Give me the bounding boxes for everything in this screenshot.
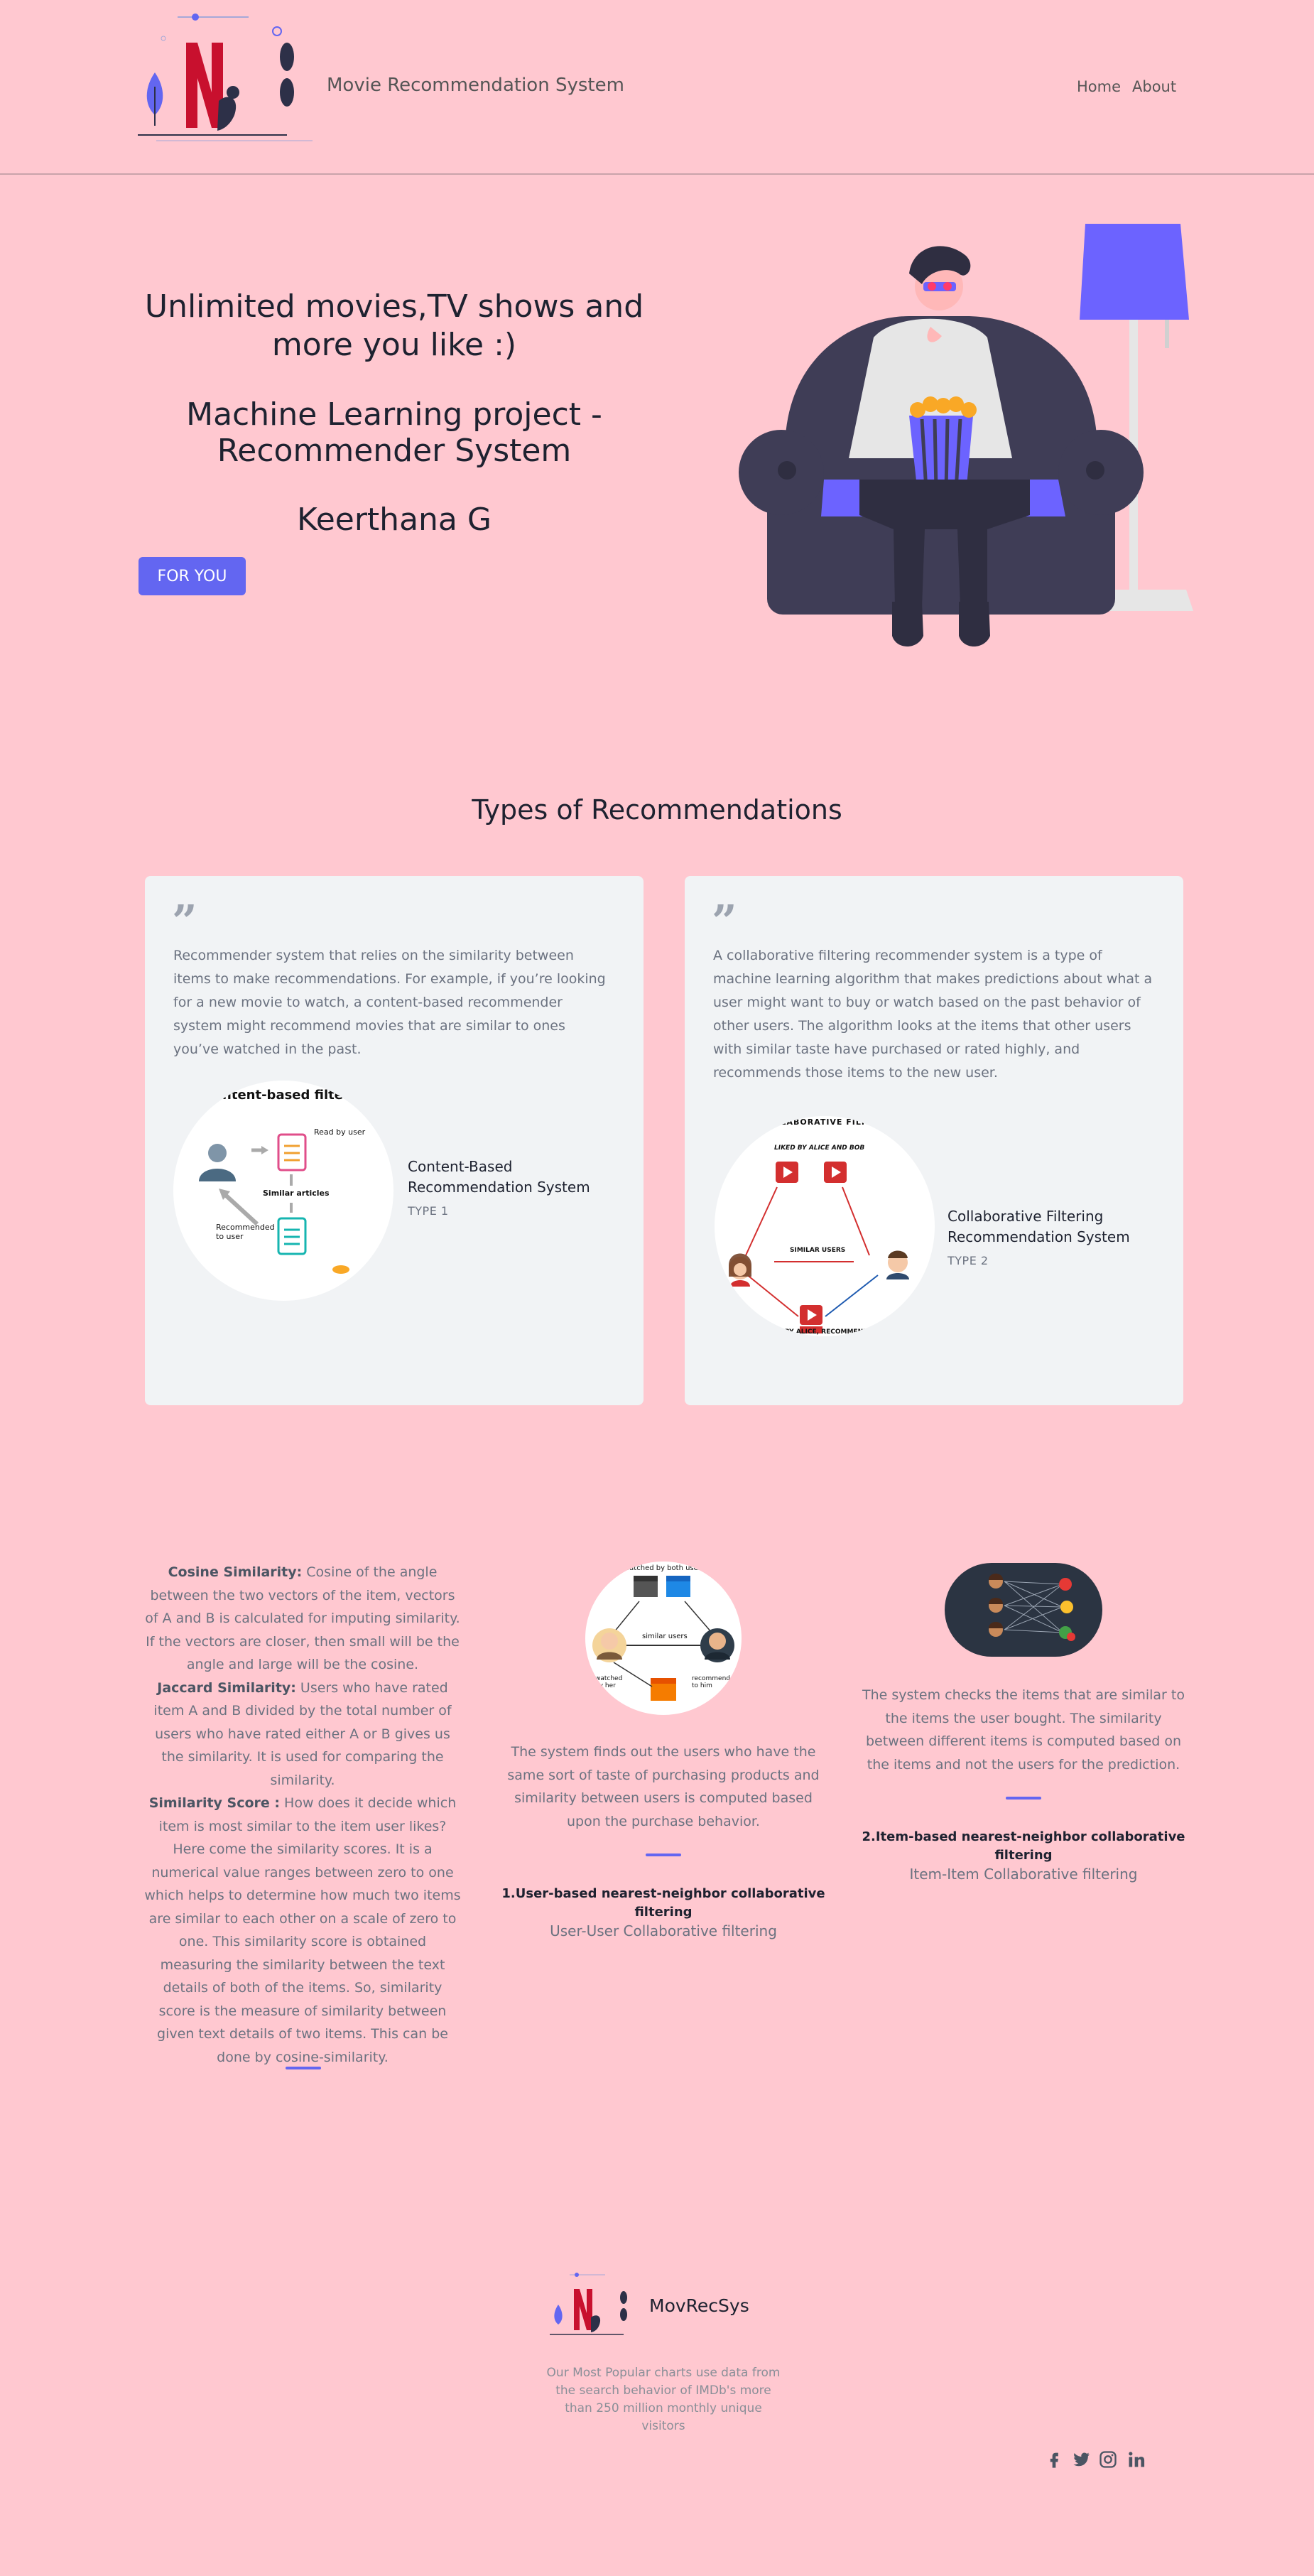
hero-headline-2: more you like :) bbox=[271, 327, 517, 363]
card-title: Content-Based Recommendation System bbox=[408, 1158, 590, 1196]
linkedin-icon[interactable] bbox=[1126, 2450, 1146, 2469]
diagram-right-label: recommended to him bbox=[692, 1675, 739, 1689]
diagram-middle-label: similar users bbox=[642, 1633, 688, 1640]
card-description: Recommender system that relies on the si… bbox=[173, 948, 606, 1057]
item-based-subheading: Item-Item Collaborative filtering bbox=[909, 1866, 1138, 1883]
jaccard-text: Users who have rated item A and B divide… bbox=[153, 1679, 452, 1788]
content-based-card: ” Recommender system that relies on the … bbox=[145, 876, 644, 1405]
section-title: Types of Recommendations bbox=[472, 794, 842, 826]
item-based-heading: 2.Item-based nearest-neighbor collaborat… bbox=[862, 1829, 1185, 1863]
footer-logo[interactable] bbox=[548, 2272, 631, 2337]
user-based-subheading: User-User Collaborative filtering bbox=[550, 1922, 777, 1939]
similarity-measures-text: Cosine Similarity: Cosine of the angle b… bbox=[143, 1561, 462, 2069]
diagram-left-label: watched by her bbox=[595, 1675, 623, 1689]
hero-headline-1: Unlimited movies,TV shows and bbox=[144, 288, 644, 325]
diagram-similar-label: Similar articles bbox=[263, 1189, 330, 1198]
item-based-description: The system checks the items that are sim… bbox=[862, 1687, 1185, 1773]
netflix-logo-illustration[interactable] bbox=[135, 9, 320, 144]
similarity-score-label: Similarity Score : bbox=[148, 1795, 281, 1811]
content-based-diagram: content-based filtering Read by user Sim… bbox=[173, 1081, 393, 1301]
site-header: Movie Recommendation System Home About bbox=[0, 0, 1314, 175]
user-based-heading: 1.User-based nearest-neighbor collaborat… bbox=[501, 1886, 825, 1920]
diagram-read-label: Read by user bbox=[314, 1127, 366, 1137]
site-title: Movie Recommendation System bbox=[327, 75, 624, 96]
section-divider bbox=[286, 2067, 321, 2069]
item-based-diagram bbox=[945, 1563, 1102, 1657]
instagram-icon[interactable] bbox=[1098, 2450, 1118, 2469]
footer-brand: MovRecSys bbox=[649, 2295, 749, 2316]
footer-description: Our Most Popular charts use data from th… bbox=[546, 2366, 781, 2433]
person-on-couch-illustration bbox=[739, 224, 1193, 646]
quote-icon: ” bbox=[172, 895, 197, 947]
card-title: Collaborative Filtering Recommendation S… bbox=[948, 1208, 1130, 1245]
diagram-bottom-label: LIKED BY ALICE, RECOMMENDED TO BOB bbox=[761, 1328, 908, 1336]
cosine-label: Cosine Similarity: bbox=[168, 1564, 303, 1580]
collaborative-card: ” A collaborative filtering recommender … bbox=[685, 876, 1183, 1405]
for-you-button[interactable]: FOR YOU bbox=[139, 557, 246, 595]
jaccard-label: Jaccard Similarity: bbox=[157, 1679, 296, 1696]
card-type: TYPE 1 bbox=[408, 1204, 449, 1218]
section-divider bbox=[1006, 1797, 1041, 1800]
nav-home-link[interactable]: Home bbox=[1077, 78, 1121, 95]
section-divider bbox=[646, 1853, 681, 1856]
user-based-description: The system finds out the users who have … bbox=[507, 1744, 820, 1829]
diagram-recommended-label: Recommended to user bbox=[216, 1223, 275, 1241]
hero-subtitle-2: Recommender System bbox=[217, 433, 572, 469]
card-description: A collaborative filtering recommender sy… bbox=[713, 948, 1153, 1081]
facebook-icon[interactable] bbox=[1044, 2450, 1064, 2469]
user-based-diagram: watched by both users similar users watc… bbox=[585, 1562, 742, 1715]
hero-subtitle-1: Machine Learning project - bbox=[186, 396, 602, 433]
cosine-text: Cosine of the angle between the two vect… bbox=[145, 1564, 460, 1672]
card-type: TYPE 2 bbox=[948, 1254, 989, 1267]
twitter-icon[interactable] bbox=[1071, 2450, 1091, 2469]
diagram-similar-label: SIMILAR USERS bbox=[790, 1247, 846, 1254]
similarity-score-text: How does it decide which item is most si… bbox=[144, 1795, 461, 2065]
quote-icon: ” bbox=[712, 895, 737, 947]
collaborative-diagram: COLLABORATIVE FILTERING LIKED BY ALICE A… bbox=[715, 1116, 935, 1336]
hero-author: Keerthana G bbox=[297, 502, 492, 538]
nav-about-link[interactable]: About bbox=[1132, 78, 1176, 95]
